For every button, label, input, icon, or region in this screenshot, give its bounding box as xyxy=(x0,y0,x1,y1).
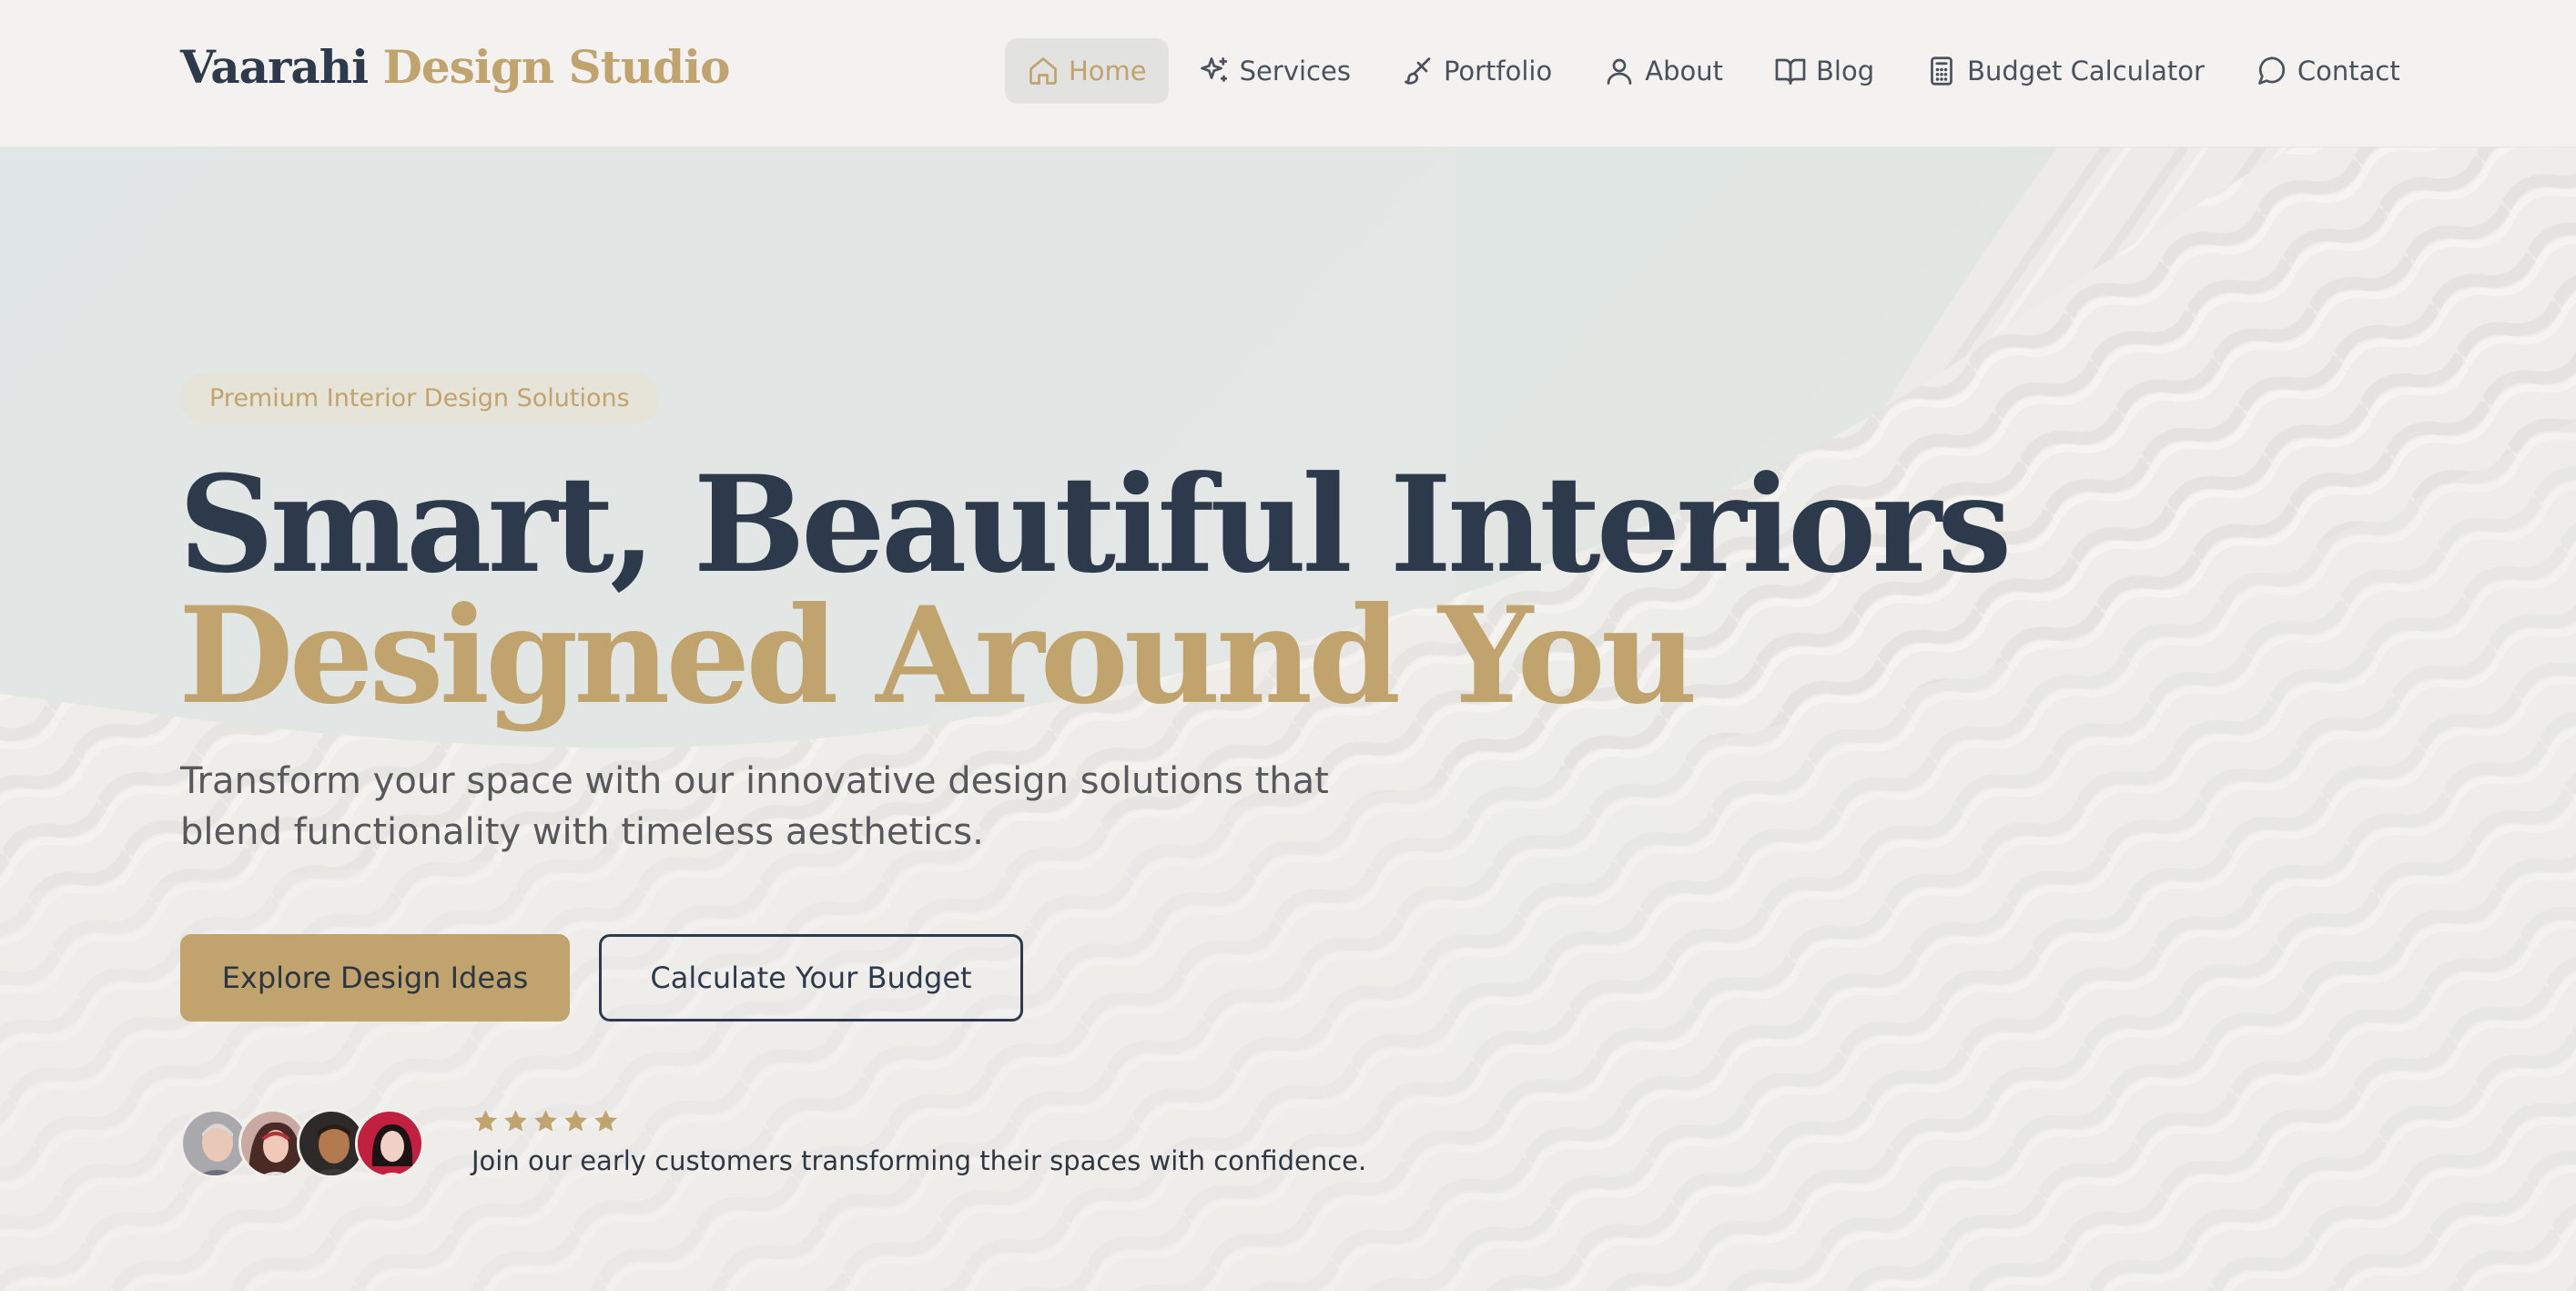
explore-design-ideas-button[interactable]: Explore Design Ideas xyxy=(180,934,570,1022)
nav-item-label: Blog xyxy=(1816,56,1875,86)
page: Vaarahi Design Studio Home Services Port… xyxy=(0,0,2576,1291)
hero-badge: Premium Interior Design Solutions xyxy=(180,373,659,424)
nav-item-portfolio[interactable]: Portfolio xyxy=(1380,38,1574,104)
hero-section: Premium Interior Design Solutions Smart,… xyxy=(0,147,2576,1291)
calculate-budget-button[interactable]: Calculate Your Budget xyxy=(599,934,1023,1022)
nav-item-home[interactable]: Home xyxy=(1005,38,1169,104)
star-icon xyxy=(504,1110,527,1132)
avatar xyxy=(355,1109,424,1178)
site-header: Vaarahi Design Studio Home Services Port… xyxy=(0,0,2576,147)
star-icon xyxy=(594,1110,617,1132)
social-proof-text: Join our early customers transforming th… xyxy=(472,1145,1367,1176)
star-icon xyxy=(534,1110,557,1132)
star-icon xyxy=(564,1110,587,1132)
main-nav: Home Services Portfolio About Blog Budge… xyxy=(1005,38,2429,104)
nav-item-label: Budget Calculator xyxy=(1967,56,2205,86)
home-icon xyxy=(1029,57,1057,85)
nav-item-services[interactable]: Services xyxy=(1176,38,1373,104)
message-circle-icon xyxy=(2258,56,2286,85)
paintbrush-icon xyxy=(1405,57,1431,85)
nav-item-budget-calculator[interactable]: Budget Calculator xyxy=(1903,38,2226,104)
hero-headline-line1: Smart, Beautiful Interiors xyxy=(178,447,2012,603)
calculator-icon xyxy=(1931,56,1952,86)
nav-item-label: Contact xyxy=(2297,56,2400,86)
book-open-icon xyxy=(1775,58,1806,85)
nav-item-contact[interactable]: Contact xyxy=(2234,38,2422,104)
hero-subtitle: Transform your space with our innovative… xyxy=(180,760,1329,853)
nav-item-about[interactable]: About xyxy=(1581,38,1745,104)
nav-item-label: Portfolio xyxy=(1443,56,1553,86)
brand-name-part2: Design Studio xyxy=(382,40,731,94)
nav-item-label: Home xyxy=(1069,56,1147,86)
brand-name-part1: Vaarahi xyxy=(180,40,369,94)
hero-headline-line2: Designed Around You xyxy=(178,578,1698,734)
sparkles-icon xyxy=(1200,57,1227,82)
nav-item-blog[interactable]: Blog xyxy=(1752,38,1896,104)
star-icon xyxy=(474,1110,497,1132)
nav-item-label: About xyxy=(1645,56,1723,86)
nav-item-label: Services xyxy=(1239,56,1351,86)
user-icon xyxy=(1607,58,1632,85)
rating-stars xyxy=(472,1107,622,1135)
brand-logo[interactable]: Vaarahi Design Studio xyxy=(180,40,731,94)
